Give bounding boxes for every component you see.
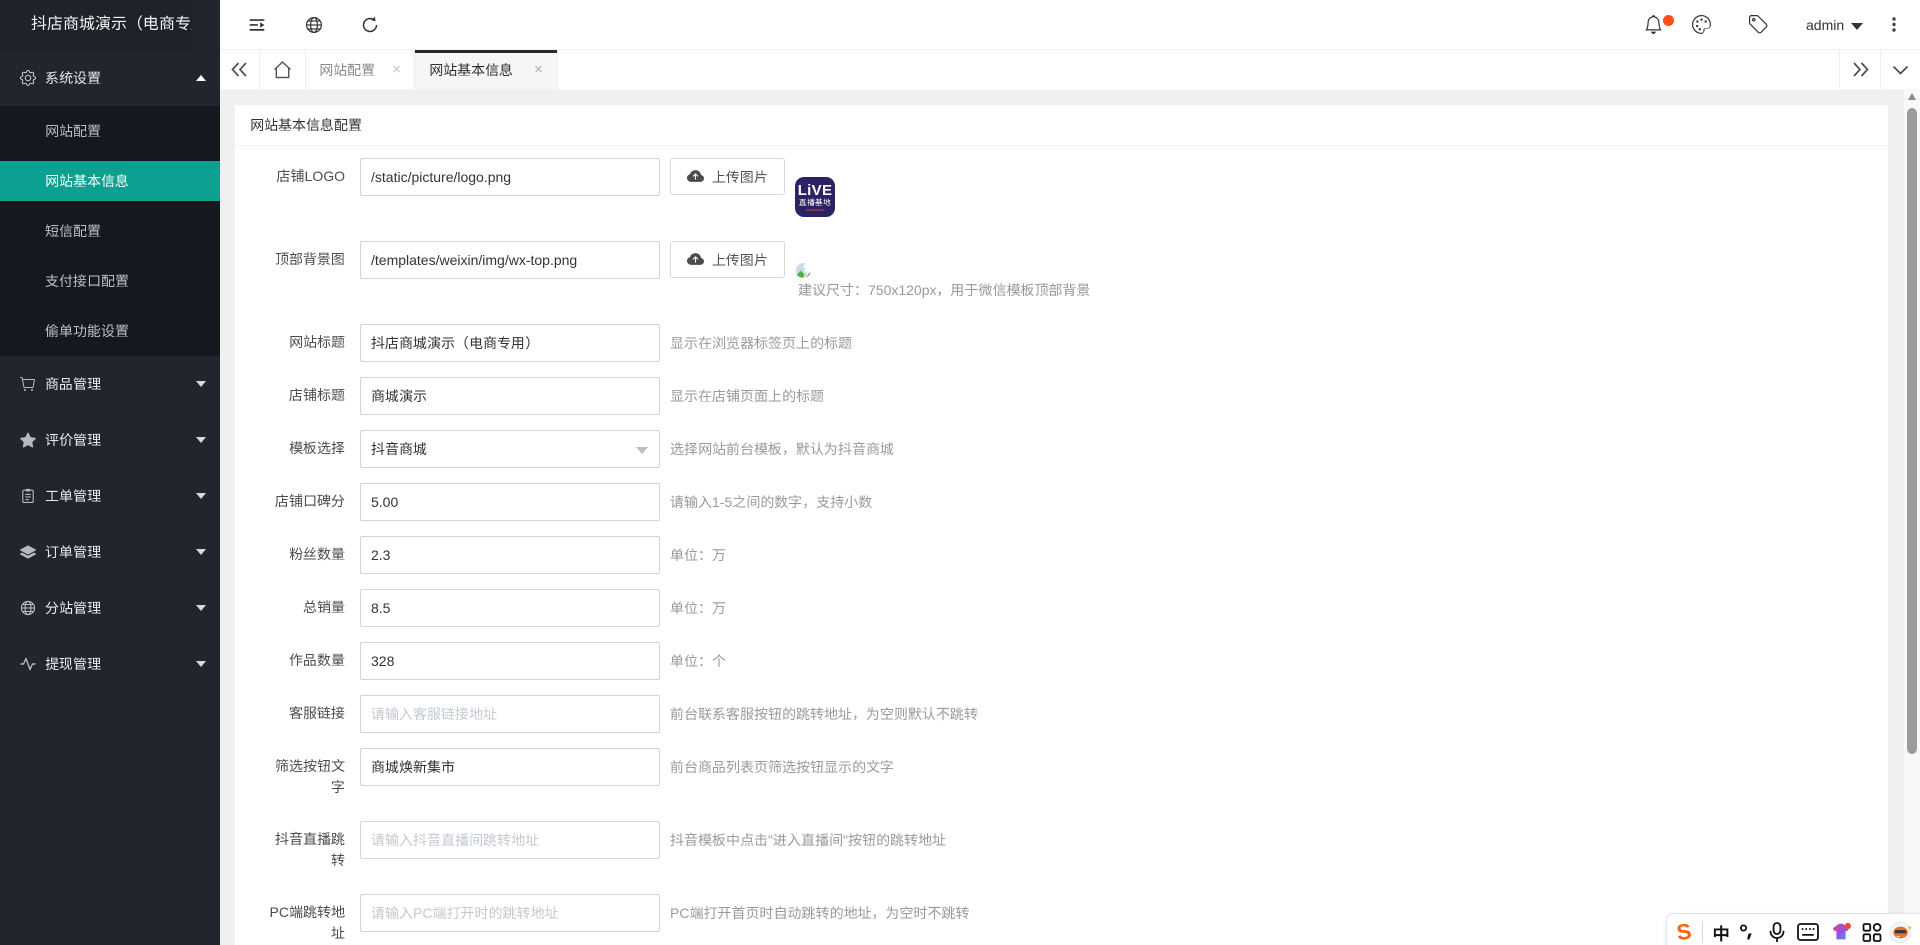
svg-text:S: S	[1675, 919, 1693, 945]
